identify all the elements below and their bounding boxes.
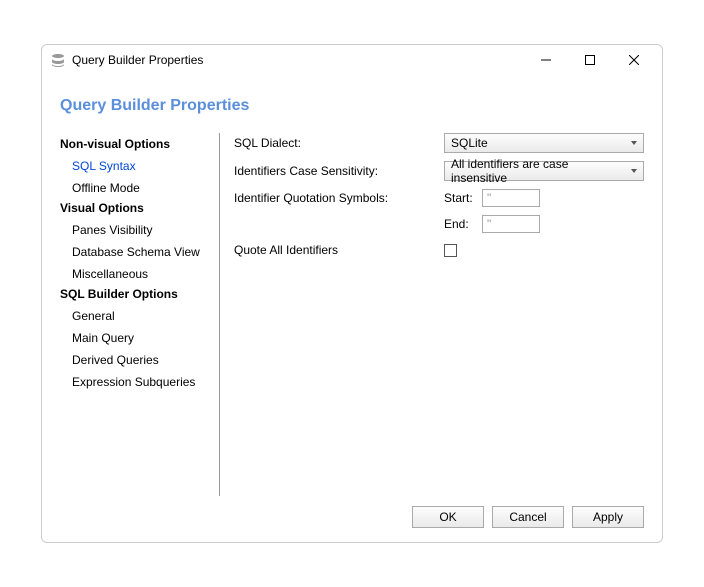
sidebar-group-sql-builder[interactable]: SQL Builder Options: [60, 287, 213, 301]
case-sensitivity-row: Identifiers Case Sensitivity: All identi…: [234, 161, 644, 181]
quotation-start-row: Identifier Quotation Symbols: Start:: [234, 189, 644, 207]
maximize-button[interactable]: [578, 48, 602, 72]
sidebar-group-visual[interactable]: Visual Options: [60, 201, 213, 215]
sql-dialect-dropdown[interactable]: SQLite: [444, 133, 644, 153]
sidebar-item-miscellaneous[interactable]: Miscellaneous: [72, 265, 213, 283]
sidebar-item-sql-syntax[interactable]: SQL Syntax: [72, 157, 213, 175]
quotation-end-row: End:: [234, 215, 644, 233]
sql-dialect-row: SQL Dialect: SQLite: [234, 133, 644, 153]
apply-button[interactable]: Apply: [572, 506, 644, 528]
cancel-button[interactable]: Cancel: [492, 506, 564, 528]
minimize-button[interactable]: [534, 48, 558, 72]
window-controls: [534, 48, 646, 72]
minimize-icon: [541, 55, 551, 65]
quote-all-label: Quote All Identifiers: [234, 243, 444, 257]
case-sensitivity-dropdown[interactable]: All identifiers are case insensitive: [444, 161, 644, 181]
quotation-label: Identifier Quotation Symbols:: [234, 191, 444, 205]
sidebar-item-panes-visibility[interactable]: Panes Visibility: [72, 221, 213, 239]
sidebar-group-nonvisual[interactable]: Non-visual Options: [60, 137, 213, 151]
page-heading: Query Builder Properties: [60, 97, 644, 115]
sidebar-item-db-schema-view[interactable]: Database Schema View: [72, 243, 213, 261]
ok-button[interactable]: OK: [412, 506, 484, 528]
sidebar-item-general[interactable]: General: [72, 307, 213, 325]
dialog-window: Query Builder Properties Query Builder P…: [41, 44, 663, 543]
main-panel: Non-visual Options SQL Syntax Offline Mo…: [60, 133, 644, 496]
form-pane: SQL Dialect: SQLite Identifiers Case Sen…: [220, 133, 644, 496]
quotation-start-input[interactable]: [482, 189, 540, 207]
quotation-start-label: Start:: [444, 191, 482, 205]
quote-all-checkbox[interactable]: [444, 244, 457, 257]
quote-all-row: Quote All Identifiers: [234, 243, 644, 257]
sidebar-item-expression-subqueries[interactable]: Expression Subqueries: [72, 373, 213, 391]
sql-dialect-value: SQLite: [451, 136, 488, 150]
content-area: Query Builder Properties Non-visual Opti…: [42, 75, 662, 542]
app-icon: [50, 52, 66, 68]
quotation-end-label: End:: [444, 217, 482, 231]
sidebar-item-derived-queries[interactable]: Derived Queries: [72, 351, 213, 369]
options-sidebar: Non-visual Options SQL Syntax Offline Mo…: [60, 133, 220, 496]
dialog-buttons: OK Cancel Apply: [60, 496, 644, 532]
close-icon: [629, 55, 639, 65]
case-sensitivity-value: All identifiers are case insensitive: [451, 157, 625, 185]
close-button[interactable]: [622, 48, 646, 72]
window-title: Query Builder Properties: [72, 53, 534, 67]
quotation-end-input[interactable]: [482, 215, 540, 233]
titlebar: Query Builder Properties: [42, 45, 662, 75]
maximize-icon: [585, 55, 595, 65]
sql-dialect-label: SQL Dialect:: [234, 136, 444, 150]
sidebar-item-offline-mode[interactable]: Offline Mode: [72, 179, 213, 197]
sidebar-item-main-query[interactable]: Main Query: [72, 329, 213, 347]
case-sensitivity-label: Identifiers Case Sensitivity:: [234, 164, 444, 178]
